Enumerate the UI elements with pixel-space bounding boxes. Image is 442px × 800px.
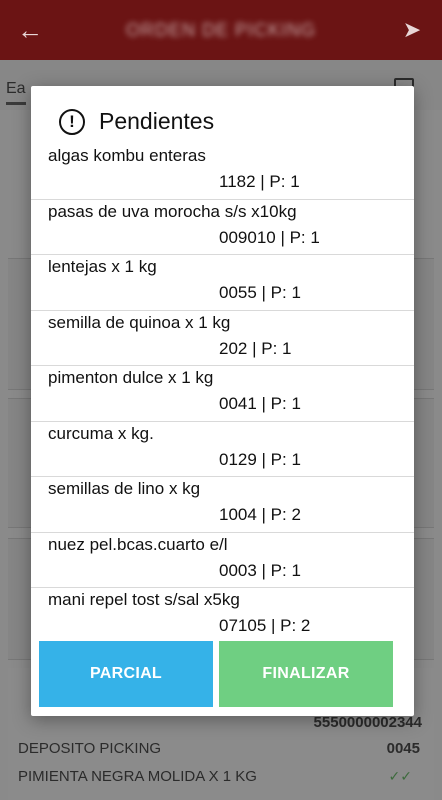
item-code-priority: 0055 | P: 1 xyxy=(219,283,301,302)
pending-dialog: ! Pendientes algas kombu enteras 1182 | P… xyxy=(31,86,414,716)
item-code-priority: 07105 | P: 2 xyxy=(219,616,311,634)
list-item[interactable]: algas kombu enteras 1182 | P: 1 xyxy=(31,144,414,200)
item-code-priority: 1182 | P: 1 xyxy=(219,172,300,191)
tab-first[interactable]: Ea xyxy=(6,80,26,105)
list-item[interactable]: semillas de lino x kg 1004 | P: 2 xyxy=(31,477,414,533)
item-name: lentejas x 1 kg xyxy=(48,257,157,276)
item-name: mani repel tost s/sal x5kg xyxy=(48,590,240,609)
item-code-priority: 0003 | P: 1 xyxy=(219,560,301,580)
item-code-priority: 009010 | P: 1 xyxy=(219,227,320,247)
list-item[interactable]: semilla de quinoa x 1 kg 202 | P: 1 xyxy=(31,311,414,366)
item-name: algas kombu enteras xyxy=(48,146,206,165)
arrow-left-icon[interactable]: ← xyxy=(0,15,60,46)
item-name: semillas de lino x kg xyxy=(48,479,201,498)
dialog-title: Pendientes xyxy=(99,108,215,134)
barcode-text: 5550000002344 xyxy=(313,714,422,731)
deposit-label: DEPOSITO PICKING xyxy=(18,740,162,757)
item-code-priority: 202 | P: 1 xyxy=(219,338,292,358)
item-name: pasas de uva morocha s/s x10kg xyxy=(48,201,297,221)
dialog-header: ! Pendientes xyxy=(59,108,214,135)
app-bar: ← ORDEN DE PICKING ➤ xyxy=(0,0,442,60)
item-code-priority: 0041 | P: 1 xyxy=(219,394,301,413)
item-name: curcuma x kg. xyxy=(48,423,154,443)
list-item[interactable]: curcuma x kg. 0129 | P: 1 xyxy=(31,422,414,477)
item-name: pimenton dulce x 1 kg xyxy=(48,368,214,387)
double-check-icon: ✓✓ xyxy=(388,768,412,784)
parcial-button[interactable]: PARCIAL xyxy=(39,641,213,707)
finalizar-button[interactable]: FINALIZAR xyxy=(219,641,393,707)
list-item[interactable]: lentejas x 1 kg 0055 | P: 1 xyxy=(31,255,414,311)
item-name: nuez pel.bcas.cuarto e/l xyxy=(48,534,228,554)
list-item[interactable]: nuez pel.bcas.cuarto e/l 0003 | P: 1 xyxy=(31,533,414,588)
pending-list[interactable]: algas kombu enteras 1182 | P: 1 pasas de u… xyxy=(31,144,414,634)
list-item[interactable]: pimenton dulce x 1 kg 0041 | P: 1 xyxy=(31,366,414,422)
list-item[interactable]: mani repel tost s/sal x5kg 07105 | P: 2 xyxy=(31,588,414,634)
item-code-priority: 1004 | P: 2 xyxy=(219,505,301,524)
app-title: ORDEN DE PICKING xyxy=(125,19,317,40)
list-item[interactable]: pasas de uva morocha s/s x10kg 009010 | P… xyxy=(31,200,414,255)
item-code-priority: 0129 | P: 1 xyxy=(219,449,301,469)
alert-circle-icon: ! xyxy=(59,108,85,135)
send-icon[interactable]: ➤ xyxy=(382,17,442,43)
deposit-code: 0045 xyxy=(386,740,420,757)
item-name: semilla de quinoa x 1 kg xyxy=(48,312,231,332)
product-label: PIMIENTA NEGRA MOLIDA X 1 KG xyxy=(18,768,257,785)
